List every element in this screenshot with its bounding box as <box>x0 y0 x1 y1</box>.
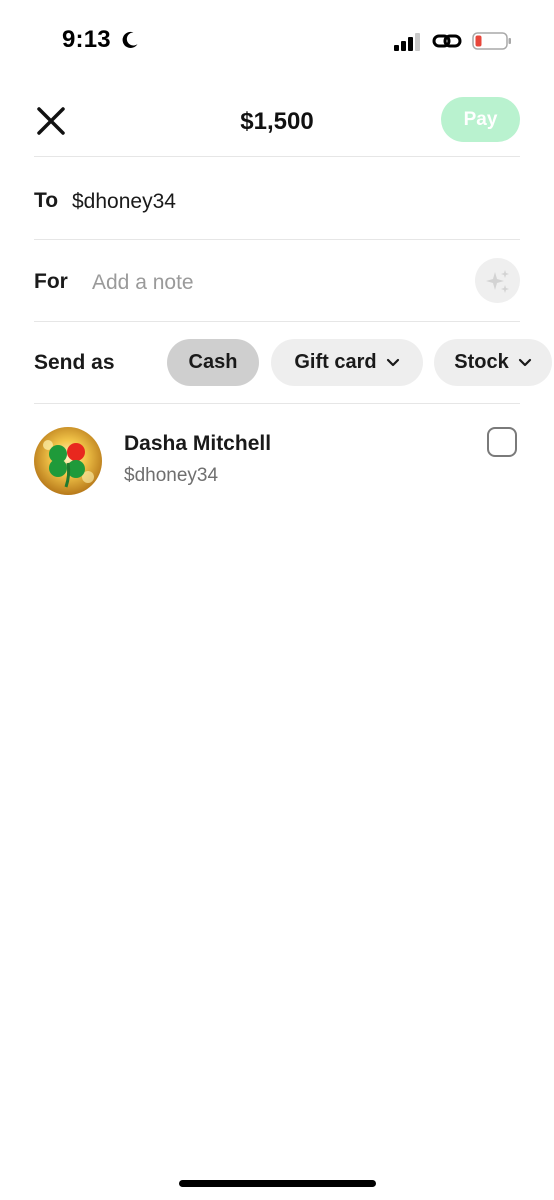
chip-label: Gift card <box>294 351 377 373</box>
four-leaf-clover-avatar <box>34 427 102 495</box>
divider <box>34 403 520 404</box>
for-label: For <box>34 270 68 293</box>
note-input[interactable] <box>92 266 452 300</box>
status-bar: 9:13 <box>0 0 554 80</box>
chevron-down-icon <box>386 358 399 366</box>
divider <box>34 239 520 240</box>
sparkle-icon <box>485 269 509 293</box>
link-icon <box>432 34 462 48</box>
battery-icon <box>472 32 511 50</box>
send-as-option-gift-card[interactable]: Gift card <box>271 339 423 386</box>
divider <box>34 321 520 322</box>
recipient-handle: $dhoney34 <box>124 465 219 486</box>
header: $1,500 Pay <box>0 90 554 156</box>
status-time: 9:13 <box>62 26 111 53</box>
pay-button[interactable]: Pay <box>441 97 520 142</box>
to-label: To <box>34 189 59 212</box>
avatar <box>34 427 102 495</box>
send-as-option-cash[interactable]: Cash <box>167 339 259 386</box>
chevron-down-icon <box>518 358 531 366</box>
chip-label: Cash <box>188 351 238 373</box>
moon-icon <box>122 31 138 48</box>
home-indicator[interactable] <box>179 1180 376 1187</box>
send-as-option-stock[interactable]: Stock <box>434 339 552 386</box>
sparkle-button[interactable] <box>475 258 520 303</box>
chip-label: Stock <box>454 351 509 373</box>
divider <box>34 156 520 157</box>
recipient-checkbox[interactable] <box>487 427 517 457</box>
send-as-label: Send as <box>34 351 115 374</box>
to-recipient-value[interactable]: $dhoney34 <box>72 190 176 214</box>
recipient-name: Dasha Mitchell <box>124 432 272 455</box>
signal-icon <box>394 33 420 51</box>
